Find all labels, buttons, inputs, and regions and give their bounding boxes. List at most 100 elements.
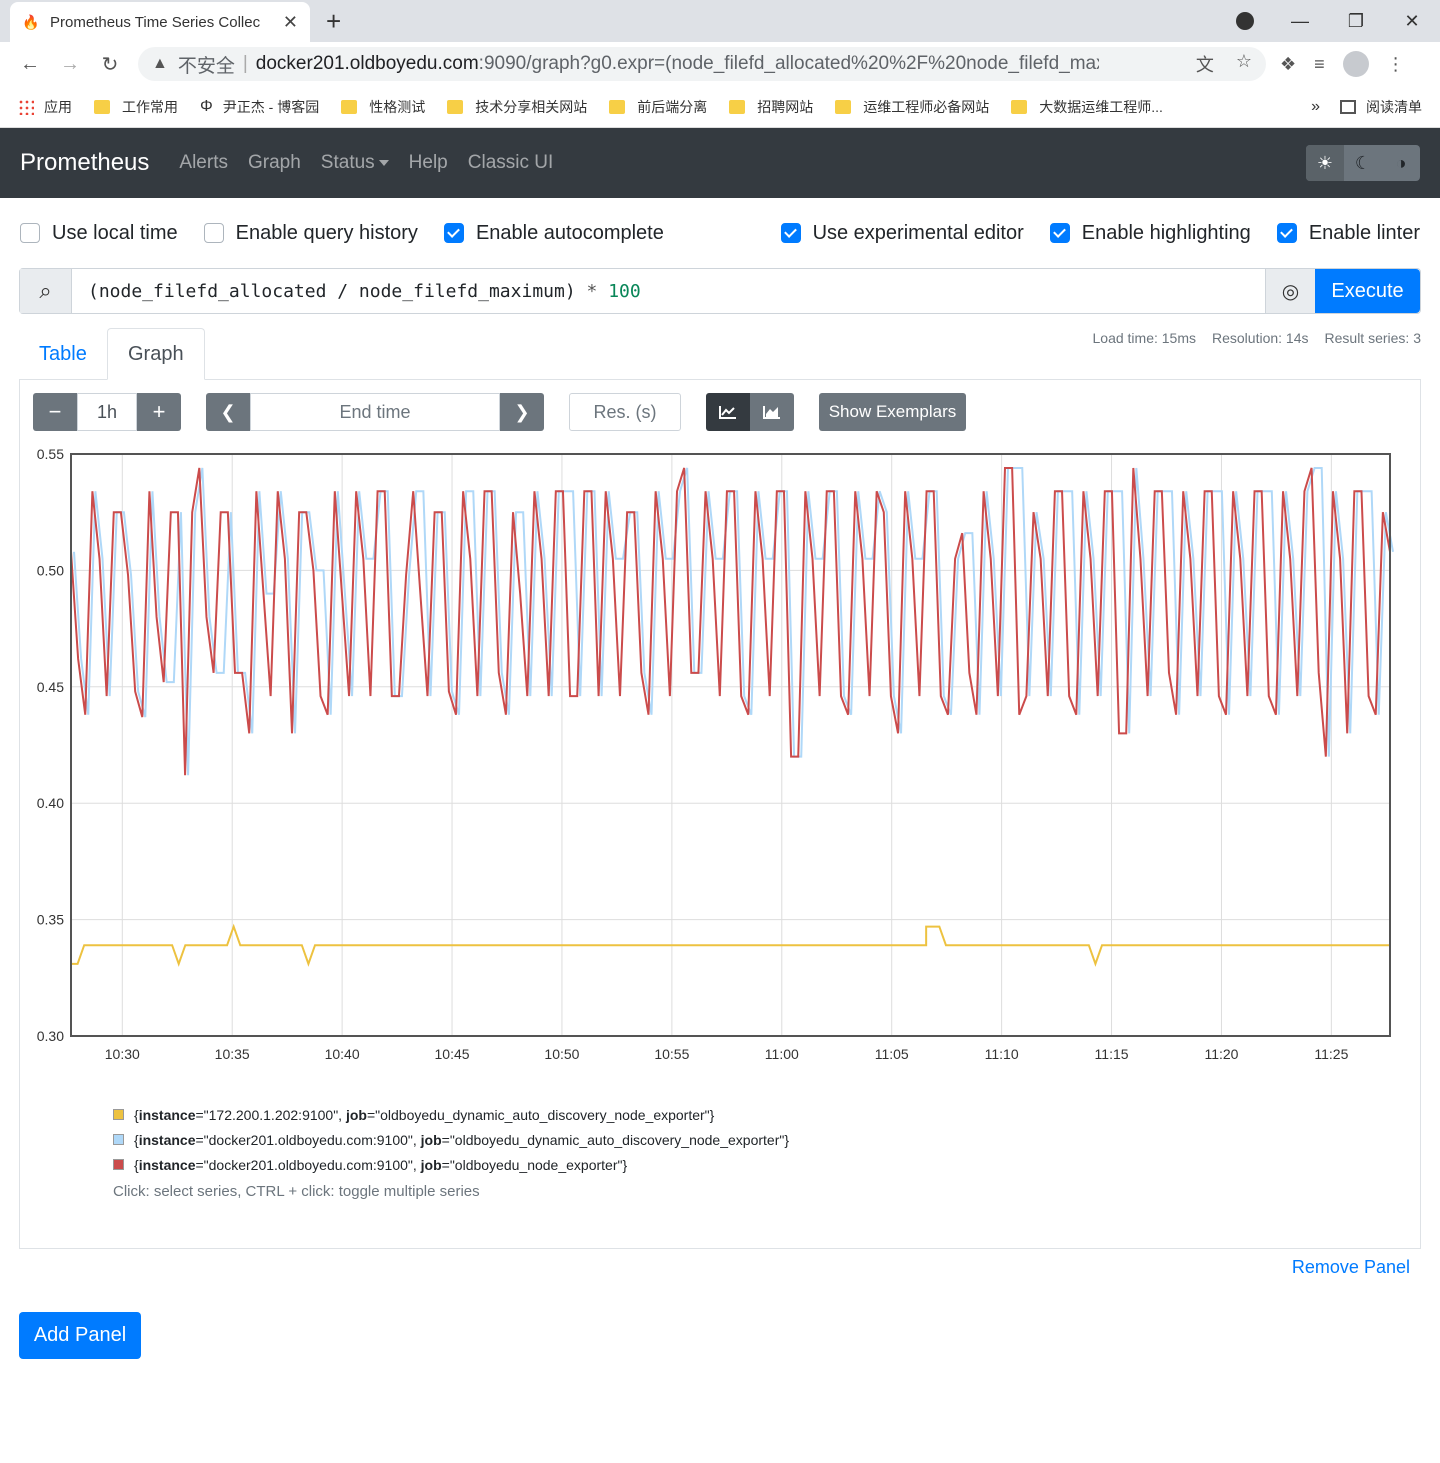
x-tick-label: 10:35 [215, 1046, 250, 1062]
end-time-input[interactable]: End time [250, 393, 500, 431]
bookmark-folder[interactable]: 招聘网站 [729, 97, 813, 117]
linter-option[interactable]: Enable linter [1276, 222, 1420, 245]
bookmark-folder[interactable]: 工作常用 [94, 97, 178, 117]
autocomplete-option[interactable]: Enable autocomplete [443, 222, 664, 245]
legend-swatch [113, 1109, 124, 1120]
y-tick-label: 0.40 [37, 795, 64, 811]
legend-label: {instance="172.200.1.202:9100", job="old… [134, 1106, 715, 1123]
restore-icon[interactable]: ❐ [1328, 11, 1384, 32]
checkbox-checked[interactable] [1049, 223, 1070, 243]
checkbox-checked[interactable] [1276, 223, 1297, 243]
contrast-icon[interactable]: ◑ [1382, 145, 1420, 181]
separator: | [242, 53, 248, 74]
tab-graph[interactable]: Graph [107, 328, 205, 380]
tab-table[interactable]: Table [19, 328, 107, 380]
show-exemplars-button[interactable]: Show Exemplars [819, 393, 966, 431]
y-tick-label: 0.30 [37, 1028, 64, 1044]
metrics-explorer-icon[interactable]: ◎ [1265, 269, 1315, 313]
bookmark-blog[interactable]: Φ 尹正杰 - 博客园 [200, 97, 319, 117]
nav-alerts[interactable]: Alerts [179, 152, 228, 174]
options-row: Use local time Enable query history Enab… [0, 198, 1440, 268]
reload-icon[interactable]: ↻ [90, 52, 130, 77]
x-tick-label: 10:55 [654, 1046, 689, 1062]
bookmark-label: 前后端分离 [637, 98, 708, 115]
expression-input[interactable]: (node_filefd_allocated / node_filefd_max… [72, 269, 1265, 313]
decrease-range-button[interactable]: − [33, 393, 77, 431]
bookmark-folder[interactable]: 运维工程师必备网站 [835, 97, 989, 117]
remove-panel-link[interactable]: Remove Panel [1292, 1257, 1410, 1278]
query-history-option[interactable]: Enable query history [203, 221, 418, 245]
later-time-button[interactable]: ❯ [500, 393, 544, 431]
add-panel-button[interactable]: Add Panel [19, 1312, 141, 1359]
browser-tab[interactable]: 🔥 Prometheus Time Series Collec ✕ [10, 2, 310, 42]
range-input[interactable]: 1h [77, 393, 137, 431]
reading-list[interactable]: 阅读清单 [1340, 97, 1422, 117]
series-line-yellow [71, 923, 1390, 967]
window-close-icon[interactable]: ✕ [1384, 11, 1440, 32]
query-stats: Load time: 15ms Resolution: 14s Result s… [1093, 330, 1422, 346]
sun-icon[interactable]: ☀ [1306, 145, 1344, 181]
option-label: Enable highlighting [1081, 221, 1251, 244]
nav-status[interactable]: Status [321, 152, 389, 174]
media-icon[interactable]: ≡ [1314, 54, 1325, 75]
brand[interactable]: Prometheus [20, 149, 149, 177]
checkbox[interactable] [20, 223, 40, 243]
caret-down-icon [378, 159, 389, 166]
nav-classic-ui[interactable]: Classic UI [468, 152, 554, 174]
option-label: Enable query history [235, 221, 418, 244]
bookmark-folder[interactable]: 技术分享相关网站 [447, 97, 587, 117]
panel-tabs: Table Graph Load time: 15ms Resolution: … [19, 328, 1421, 380]
bookmarks-more-icon[interactable]: » [1311, 98, 1320, 116]
experimental-editor-option[interactable]: Use experimental editor [780, 222, 1024, 245]
stacked-chart-icon[interactable] [750, 393, 794, 431]
warning-icon: ▲ [152, 55, 168, 72]
folder-icon [729, 99, 746, 114]
tab-search-icon[interactable] [1236, 12, 1254, 30]
bookmark-folder[interactable]: 前后端分离 [609, 97, 707, 117]
address-bar[interactable]: ▲ 不安全 | docker201.oldboyedu.com :9090/gr… [138, 47, 1266, 81]
tab-close-icon[interactable]: ✕ [283, 12, 298, 33]
use-local-time-option[interactable]: Use local time [20, 222, 178, 245]
apps-grid-icon [18, 98, 34, 115]
legend-item[interactable]: {instance="docker201.oldboyedu.com:9100"… [113, 1152, 789, 1177]
bookmark-label: 尹正杰 - 博客园 [222, 98, 320, 115]
resolution-input[interactable]: Res. (s) [569, 393, 681, 431]
checkbox-checked[interactable] [780, 223, 801, 243]
y-tick-label: 0.50 [37, 562, 64, 578]
line-chart-icon[interactable] [706, 393, 750, 431]
legend-item[interactable]: {instance="docker201.oldboyedu.com:9100"… [113, 1127, 789, 1152]
y-tick-label: 0.35 [37, 912, 64, 928]
bookmark-apps[interactable]: 应用 [18, 97, 72, 117]
checkbox[interactable] [203, 223, 224, 243]
bookmark-folder[interactable]: 大数据运维工程师... [1011, 97, 1163, 117]
legend-label: {instance="docker201.oldboyedu.com:9100"… [134, 1131, 790, 1148]
highlighting-option[interactable]: Enable highlighting [1049, 221, 1251, 245]
minimize-icon[interactable]: — [1272, 11, 1328, 32]
new-tab-icon[interactable]: + [326, 6, 341, 37]
checkbox-checked[interactable] [443, 223, 464, 243]
legend-swatch [113, 1159, 124, 1170]
increase-range-button[interactable]: + [137, 393, 181, 431]
legend-item[interactable]: {instance="172.200.1.202:9100", job="old… [113, 1102, 789, 1127]
translate-icon[interactable]: 文 [1196, 51, 1214, 77]
x-tick-label: 11:20 [1204, 1046, 1238, 1062]
nav-graph[interactable]: Graph [248, 152, 301, 174]
y-tick-label: 0.45 [37, 679, 64, 695]
profile-avatar[interactable] [1342, 51, 1369, 77]
menu-icon[interactable]: ⋮ [1387, 54, 1405, 75]
browser-tabstrip: 🔥 Prometheus Time Series Collec ✕ + — ❐ … [0, 0, 1440, 42]
nav-status-label: Status [320, 152, 375, 173]
forward-icon[interactable]: → [50, 53, 90, 76]
graph-chart[interactable]: 0.55 0.50 0.45 0.40 0.35 0.30 10:30 10:35 10:40 1… [20, 440, 1420, 1080]
earlier-time-button[interactable]: ❮ [206, 393, 250, 431]
back-icon[interactable]: ← [10, 53, 50, 76]
prometheus-navbar: Prometheus Alerts Graph Status Help Clas… [0, 128, 1440, 198]
moon-icon[interactable]: ☾ [1344, 145, 1382, 181]
bookmark-folder[interactable]: 性格测试 [341, 97, 425, 117]
window-controls: — ❐ ✕ [1272, 0, 1440, 42]
reading-list-icon [1340, 99, 1356, 114]
execute-button[interactable]: Execute [1315, 269, 1420, 313]
bookmark-star-icon[interactable]: ☆ [1236, 51, 1252, 77]
nav-help[interactable]: Help [409, 152, 448, 174]
extensions-icon[interactable]: ❖ [1280, 54, 1296, 75]
